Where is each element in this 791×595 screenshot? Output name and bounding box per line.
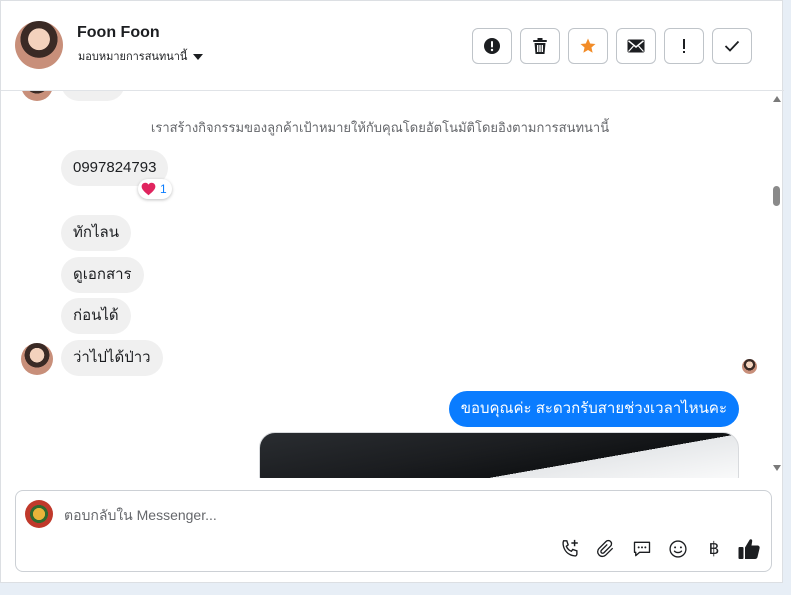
page-avatar — [25, 500, 53, 528]
contact-avatar-small — [21, 91, 53, 101]
saved-replies-button[interactable] — [630, 537, 654, 561]
scrollbar-thumb[interactable] — [773, 186, 780, 206]
contact-avatar-small — [21, 343, 53, 375]
thumbs-up-icon — [738, 539, 760, 559]
scroll-up-arrow-icon[interactable] — [773, 96, 781, 102]
reply-input[interactable] — [64, 504, 744, 526]
paperclip-icon — [597, 539, 614, 558]
star-icon — [580, 38, 596, 53]
scroll-down-arrow-icon[interactable] — [773, 465, 781, 471]
message-bubble[interactable]: ดูเอกสาร — [61, 257, 144, 293]
message-bubble-clipped[interactable] — [61, 91, 125, 101]
conversation-header: Foon Foon มอบหมายการสนทนานี้ — [1, 1, 784, 91]
message-bubble[interactable]: ก่อนได้ — [61, 298, 131, 334]
baht-icon: ฿ — [708, 539, 720, 558]
reaction-badge[interactable]: 1 — [138, 179, 172, 199]
assign-label: มอบหมายการสนทนานี้ — [78, 51, 188, 63]
scrollbar[interactable] — [769, 91, 784, 478]
chat-bubble-icon — [633, 541, 651, 557]
message-bubble[interactable]: ว่าไปได้ป่าว — [61, 340, 163, 376]
phone-add-icon — [562, 539, 578, 557]
delete-button[interactable] — [520, 28, 560, 64]
message-bubble[interactable]: ทักไลน — [61, 215, 131, 251]
reaction-count: 1 — [160, 182, 167, 196]
emoji-button[interactable] — [666, 537, 690, 561]
chevron-down-icon — [193, 53, 204, 60]
trash-icon — [533, 38, 547, 54]
report-button[interactable] — [472, 28, 512, 64]
like-button[interactable] — [737, 537, 761, 561]
message-list[interactable]: เราสร้างกิจกรรมของลูกค้าเป้าหมายให้กับคุ… — [1, 91, 769, 478]
system-message: เราสร้างกิจกรรมของลูกค้าเป้าหมายให้กับคุ… — [150, 120, 610, 135]
attach-button[interactable] — [594, 537, 618, 561]
exclamation-icon — [683, 39, 685, 53]
assign-conversation-dropdown[interactable]: มอบหมายการสนทนานี้ — [78, 47, 204, 65]
call-button[interactable] — [558, 537, 582, 561]
payment-button[interactable]: ฿ — [702, 537, 726, 561]
alert-circle-icon — [484, 38, 500, 54]
heart-icon — [141, 182, 156, 196]
mark-unread-button[interactable] — [616, 28, 656, 64]
window-edge — [783, 0, 791, 595]
message-bubble-outgoing[interactable]: ขอบคุณค่ะ สะดวกรับสายช่วงเวลาไหนคะ — [448, 391, 739, 427]
envelope-icon — [627, 39, 645, 53]
contact-name[interactable]: Foon Foon — [77, 24, 160, 42]
reply-composer: ฿ — [15, 490, 772, 572]
check-icon — [724, 40, 740, 52]
follow-up-button[interactable] — [664, 28, 704, 64]
seen-indicator-avatar — [742, 359, 757, 374]
star-button[interactable] — [568, 28, 608, 64]
mark-done-button[interactable] — [712, 28, 752, 64]
contact-avatar[interactable] — [15, 21, 63, 69]
window-edge-bottom — [0, 583, 791, 595]
conversation-panel: Foon Foon มอบหมายการสนทนานี้ เราสร้างกิจ… — [0, 0, 784, 583]
photo-attachment[interactable] — [259, 432, 739, 478]
emoji-icon — [669, 540, 687, 558]
